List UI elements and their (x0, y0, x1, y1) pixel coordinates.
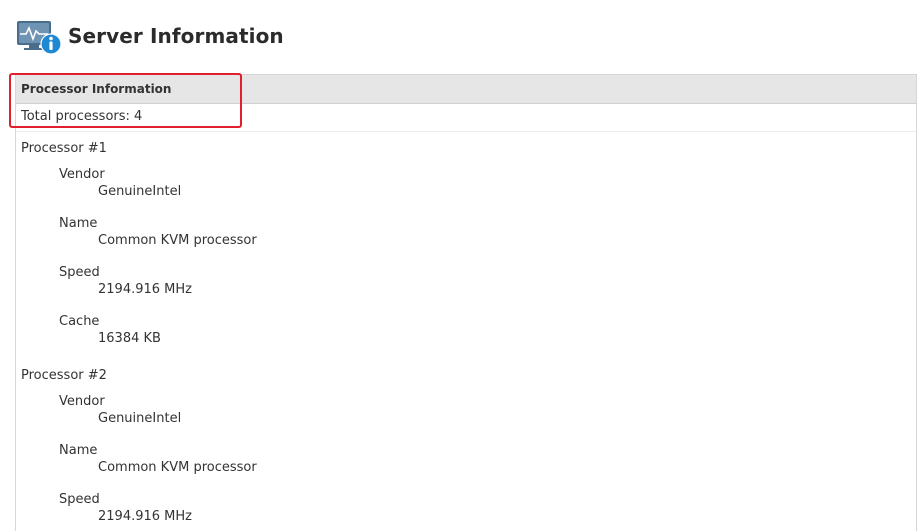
field-label: Speed (59, 492, 100, 507)
field-value: 16384 KB (98, 331, 161, 346)
vendor-field: Vendor GenuineIntel (21, 390, 916, 439)
name-field: Name Common KVM processor (21, 439, 916, 488)
field-value: Common KVM processor (98, 460, 257, 475)
cache-field: Cache 16384 KB (21, 310, 916, 359)
field-label: Speed (59, 265, 100, 280)
page-title: Server Information (68, 24, 284, 48)
field-label: Vendor (59, 167, 105, 182)
panel-header: Processor Information (16, 75, 916, 104)
processor-info-panel: Processor Information Total processors: … (15, 74, 917, 531)
processor-title: Processor #2 (21, 368, 107, 383)
total-processors: Total processors: 4 (16, 104, 916, 132)
page-header: Server Information (16, 17, 284, 55)
field-value: Common KVM processor (98, 233, 257, 248)
field-value: GenuineIntel (98, 184, 182, 199)
page: Server Information Processor Information… (0, 0, 920, 531)
processor-block: Processor #2 Vendor GenuineIntel Name Co… (16, 359, 916, 531)
server-monitor-info-icon (16, 17, 62, 55)
field-value: GenuineIntel (98, 411, 182, 426)
name-field: Name Common KVM processor (21, 212, 916, 261)
processor-block: Processor #1 Vendor GenuineIntel Name Co… (16, 132, 916, 359)
vendor-field: Vendor GenuineIntel (21, 163, 916, 212)
field-label: Name (59, 443, 98, 458)
speed-field: Speed 2194.916 MHz (21, 261, 916, 310)
field-value: 2194.916 MHz (98, 509, 192, 524)
field-label: Name (59, 216, 98, 231)
processor-title: Processor #1 (21, 141, 107, 156)
field-label: Cache (59, 314, 100, 329)
field-label: Vendor (59, 394, 105, 409)
speed-field: Speed 2194.916 MHz (21, 488, 916, 531)
field-value: 2194.916 MHz (98, 282, 192, 297)
